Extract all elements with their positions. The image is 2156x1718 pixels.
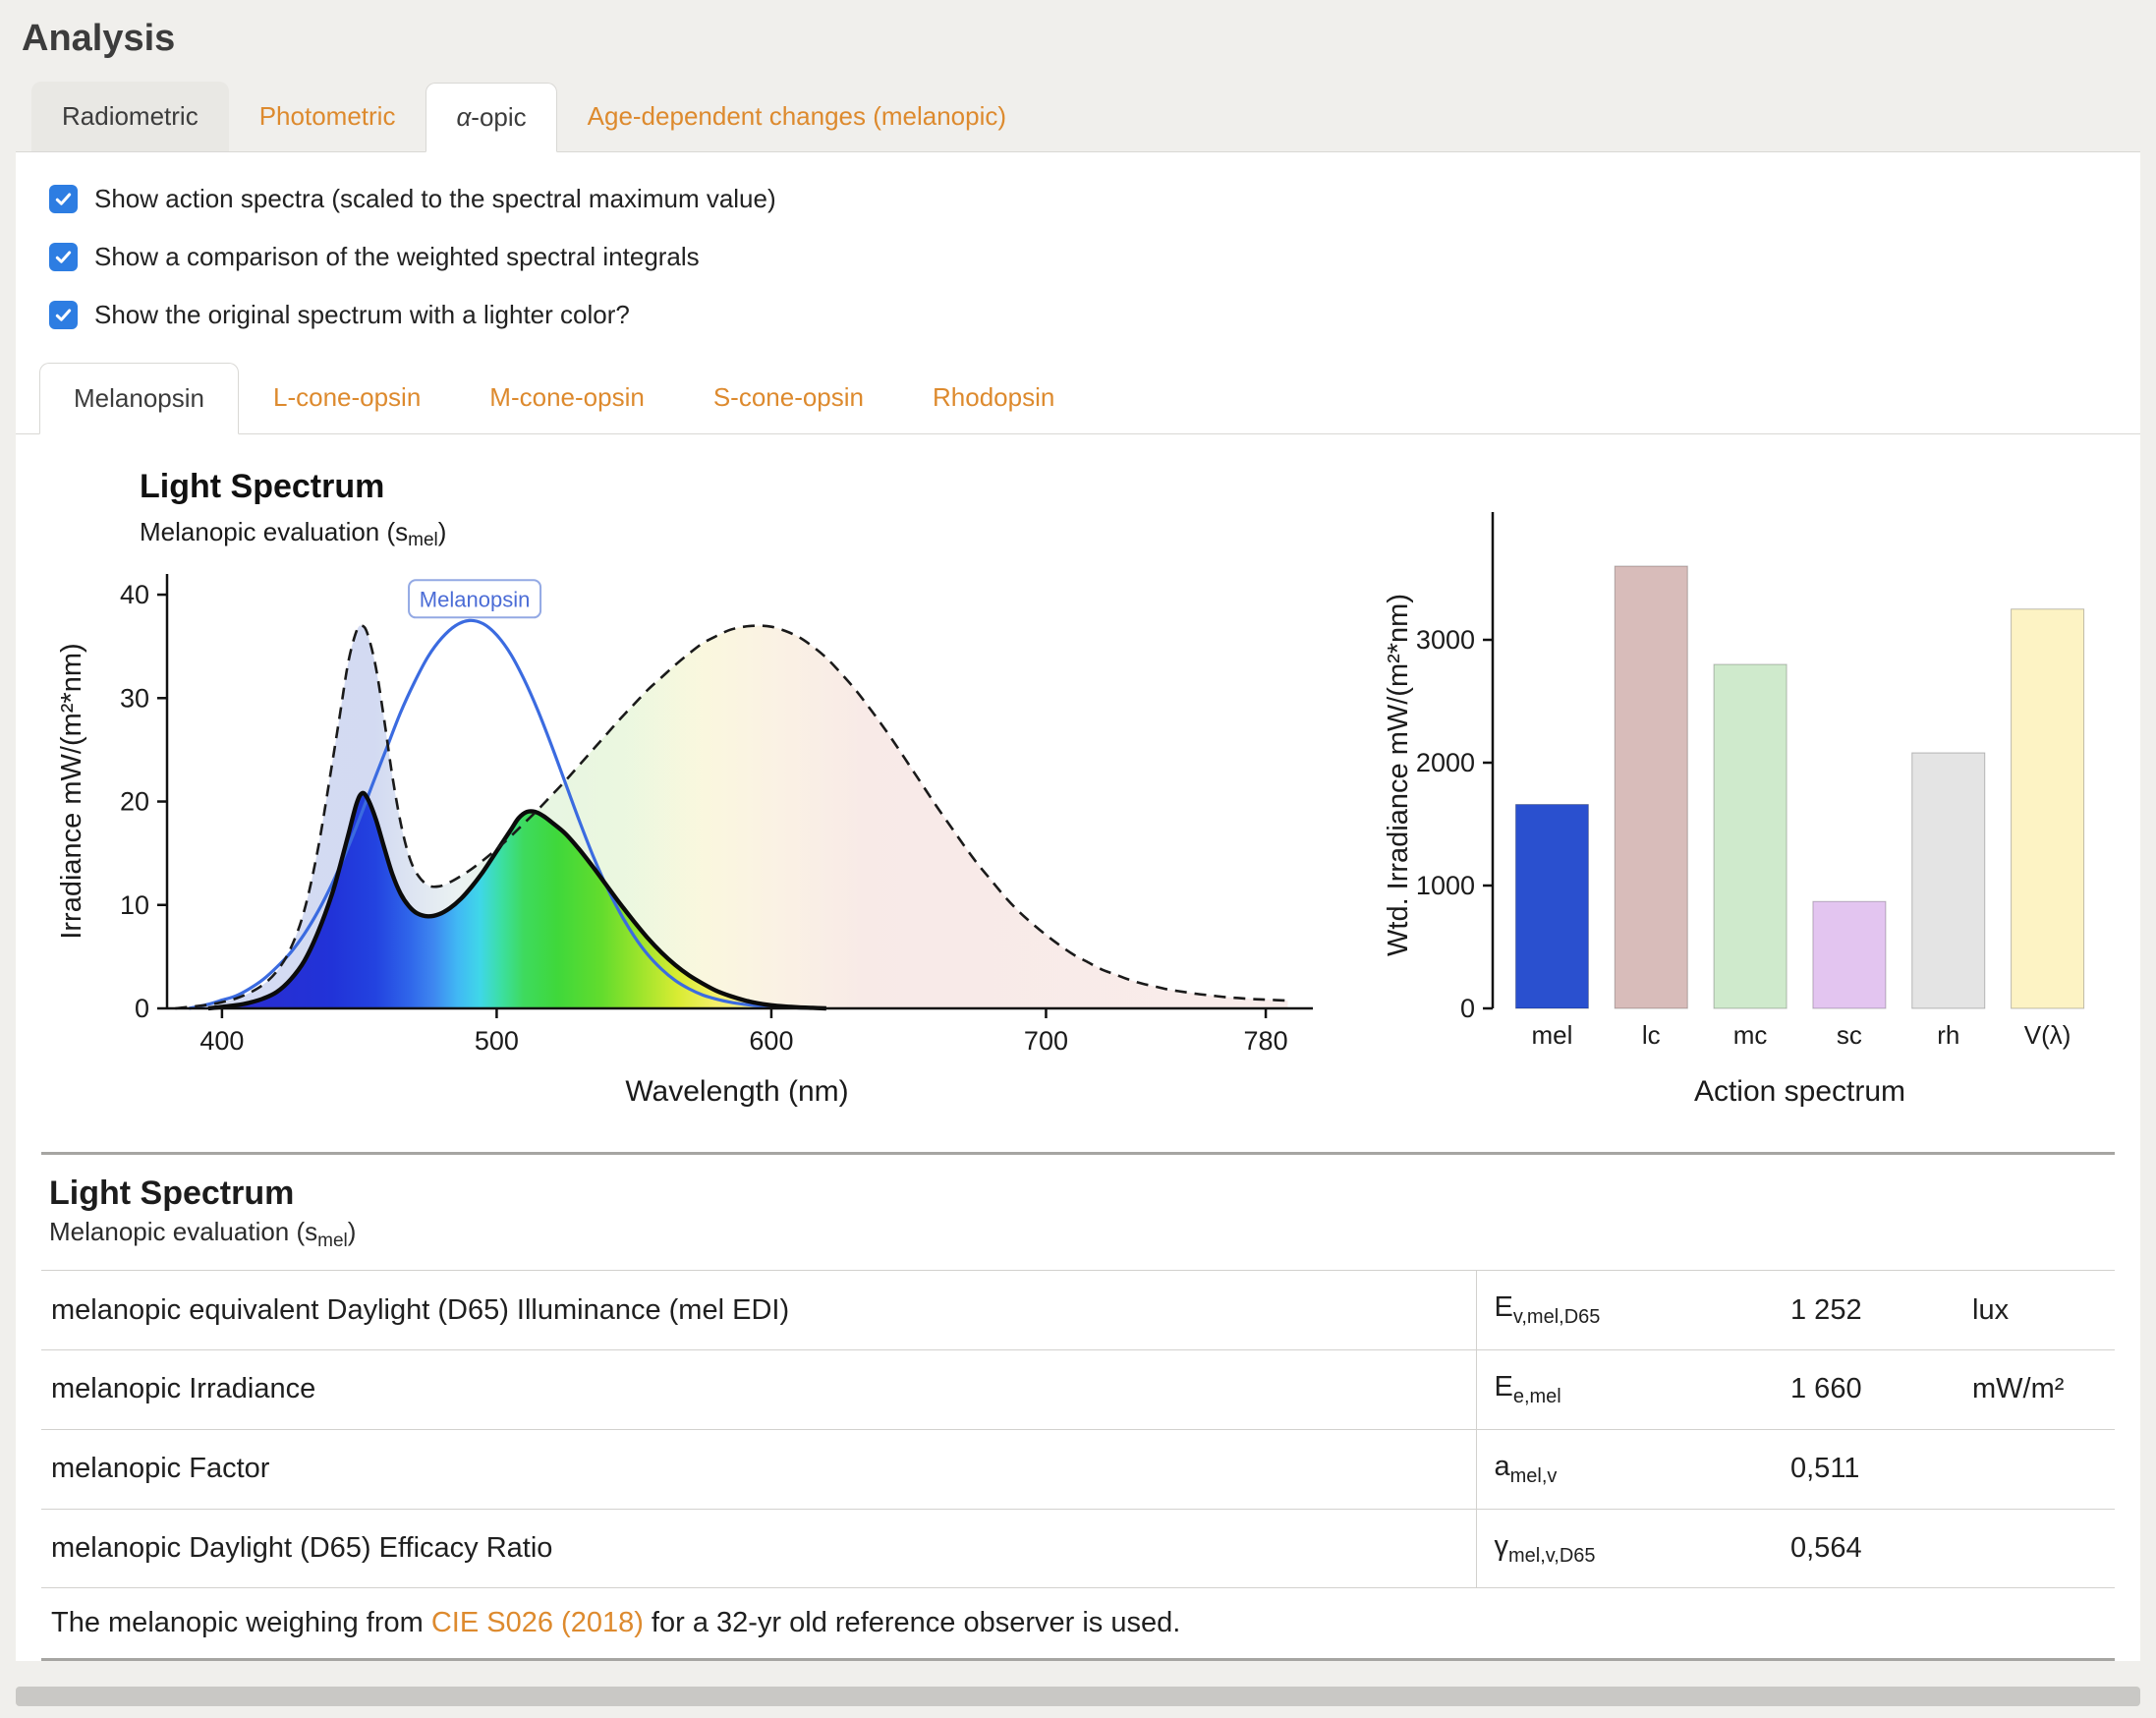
metrics-table: melanopic equivalent Daylight (D65) Illu… — [41, 1270, 2115, 1587]
weighted-irradiance-bar-chart: 0 1000 2000 3000 mel lc mc sc rh V(λ) Action spect… — [1360, 458, 2127, 1126]
svg-text:mc: mc — [1733, 1020, 1768, 1050]
subtab-melanopsin[interactable]: Melanopsin — [39, 363, 239, 434]
checkbox-show-action-spectra[interactable] — [49, 185, 78, 213]
table-row: melanopic Irradiance Ee,mel 1 660 mW/m² — [41, 1349, 2115, 1429]
svg-text:0: 0 — [135, 994, 149, 1023]
table-row: melanopic Daylight (D65) Efficacy Ratio … — [41, 1509, 2115, 1587]
svg-text:lc: lc — [1642, 1020, 1661, 1050]
svg-text:1000: 1000 — [1416, 871, 1475, 900]
row-label: melanopic Irradiance — [41, 1349, 1476, 1429]
svg-text:Melanopsin: Melanopsin — [420, 587, 531, 611]
row-value: 1 252 — [1781, 1271, 1962, 1350]
main-tabbar: Radiometric Photometric α-opic Age-depen… — [16, 82, 2140, 152]
tab-photometric[interactable]: Photometric — [229, 82, 426, 151]
analysis-page: Analysis Radiometric Photometric α-opic … — [0, 0, 2156, 1718]
symbol-sub: mel,v — [1510, 1465, 1558, 1487]
checkbox-label: Show a comparison of the weighted spectr… — [94, 242, 700, 272]
row-label: melanopic Factor — [41, 1429, 1476, 1509]
svg-text:Action spectrum: Action spectrum — [1694, 1075, 1905, 1108]
check-icon — [53, 189, 74, 209]
page-title: Analysis — [22, 18, 2140, 60]
svg-text:V(λ): V(λ) — [2024, 1020, 2071, 1050]
svg-text:600: 600 — [749, 1026, 793, 1056]
tab-alpha-opic[interactable]: α-opic — [426, 83, 556, 152]
spectrum-chart: 400 500 600 700 780 0 10 20 30 40 Wavelength (nm) I… — [29, 458, 1346, 1126]
symbol-sub: mel,v,D65 — [1508, 1544, 1596, 1566]
checkbox-show-original-spectrum[interactable] — [49, 301, 78, 329]
tab-content-panel: Show action spectra (scaled to the spect… — [16, 152, 2140, 1661]
row-unit: lux — [1962, 1271, 2115, 1350]
symbol-sub: v,mel,D65 — [1513, 1306, 1601, 1328]
results-subtitle-post: ) — [348, 1217, 357, 1246]
row-value: 0,511 — [1781, 1429, 1962, 1509]
symbol-sub: e,mel — [1513, 1386, 1561, 1407]
row-symbol: γmel,v,D65 — [1476, 1509, 1781, 1587]
checkbox-row-original-spectrum: Show the original spectrum with a lighte… — [16, 300, 2140, 330]
row-value: 1 660 — [1781, 1349, 1962, 1429]
row-unit — [1962, 1509, 2115, 1587]
check-icon — [53, 305, 74, 325]
svg-text:2000: 2000 — [1416, 748, 1475, 777]
subtab-m-cone-opsin[interactable]: M-cone-opsin — [455, 362, 679, 433]
svg-text:3000: 3000 — [1416, 625, 1475, 655]
svg-text:sc: sc — [1837, 1020, 1862, 1050]
svg-text:40: 40 — [120, 580, 149, 609]
row-unit — [1962, 1429, 2115, 1509]
svg-text:20: 20 — [120, 787, 149, 817]
svg-text:400: 400 — [199, 1026, 244, 1056]
subtab-s-cone-opsin[interactable]: S-cone-opsin — [679, 362, 898, 433]
svg-text:Melanopic evaluation (smel): Melanopic evaluation (smel) — [140, 517, 446, 550]
results-subtitle-sub: mel — [317, 1231, 348, 1251]
tab-alpha-opic-rest: -opic — [471, 102, 526, 132]
reference-note-post: for a 32-yr old reference observer is us… — [644, 1607, 1180, 1638]
svg-text:Light Spectrum: Light Spectrum — [140, 468, 384, 505]
row-symbol: Ev,mel,D65 — [1476, 1271, 1781, 1350]
tab-radiometric[interactable]: Radiometric — [31, 82, 229, 151]
row-label: melanopic equivalent Daylight (D65) Illu… — [41, 1271, 1476, 1350]
reference-note: The melanopic weighing from CIE S026 (20… — [41, 1587, 2115, 1658]
symbol-main: a — [1495, 1451, 1510, 1482]
row-unit: mW/m² — [1962, 1349, 2115, 1429]
table-row: melanopic equivalent Daylight (D65) Illu… — [41, 1271, 2115, 1350]
cie-s026-link[interactable]: CIE S026 (2018) — [431, 1607, 644, 1638]
results-subtitle-pre: Melanopic evaluation (s — [49, 1217, 317, 1246]
tab-age-dependent-changes[interactable]: Age-dependent changes (melanopic) — [557, 82, 1037, 151]
svg-text:mel: mel — [1531, 1020, 1572, 1050]
check-icon — [53, 247, 74, 267]
svg-text:Wavelength (nm): Wavelength (nm) — [625, 1075, 848, 1108]
symbol-main: γ — [1495, 1530, 1509, 1562]
checkbox-label: Show action spectra (scaled to the spect… — [94, 184, 776, 214]
svg-text:rh: rh — [1937, 1020, 1959, 1050]
results-title: Light Spectrum — [49, 1174, 2115, 1213]
reference-note-pre: The melanopic weighing from — [51, 1607, 431, 1638]
opsin-subtabbar: Melanopsin L-cone-opsin M-cone-opsin S-c… — [16, 362, 2140, 434]
svg-text:780: 780 — [1244, 1026, 1288, 1056]
svg-text:30: 30 — [120, 683, 149, 713]
subtab-l-cone-opsin[interactable]: L-cone-opsin — [239, 362, 455, 433]
svg-text:700: 700 — [1024, 1026, 1068, 1056]
bottom-divider-bar — [16, 1687, 2140, 1706]
symbol-main: E — [1495, 1371, 1513, 1403]
symbol-main: E — [1495, 1291, 1513, 1323]
svg-text:Wtd. Irradiance mW/(m²*nm): Wtd. Irradiance mW/(m²*nm) — [1383, 594, 1414, 956]
results-section: Light Spectrum Melanopic evaluation (sme… — [41, 1152, 2115, 1661]
row-label: melanopic Daylight (D65) Efficacy Ratio — [41, 1509, 1476, 1587]
charts-row: 400 500 600 700 780 0 10 20 30 40 Wavelength (nm) I… — [16, 434, 2140, 1130]
svg-text:0: 0 — [1460, 994, 1475, 1023]
svg-text:Irradiance mW/(m²*nm): Irradiance mW/(m²*nm) — [56, 643, 87, 939]
svg-text:500: 500 — [475, 1026, 519, 1056]
checkbox-label: Show the original spectrum with a lighte… — [94, 300, 630, 330]
checkbox-show-comparison[interactable] — [49, 243, 78, 271]
checkbox-row-comparison: Show a comparison of the weighted spectr… — [16, 242, 2140, 272]
row-symbol: amel,v — [1476, 1429, 1781, 1509]
row-symbol: Ee,mel — [1476, 1349, 1781, 1429]
svg-text:10: 10 — [120, 890, 149, 920]
results-subtitle: Melanopic evaluation (smel) — [49, 1217, 2115, 1252]
tab-alpha-opic-alpha: α — [456, 102, 471, 132]
table-row: melanopic Factor amel,v 0,511 — [41, 1429, 2115, 1509]
subtab-rhodopsin[interactable]: Rhodopsin — [898, 362, 1089, 433]
checkbox-row-action-spectra: Show action spectra (scaled to the spect… — [16, 184, 2140, 214]
row-value: 0,564 — [1781, 1509, 1962, 1587]
